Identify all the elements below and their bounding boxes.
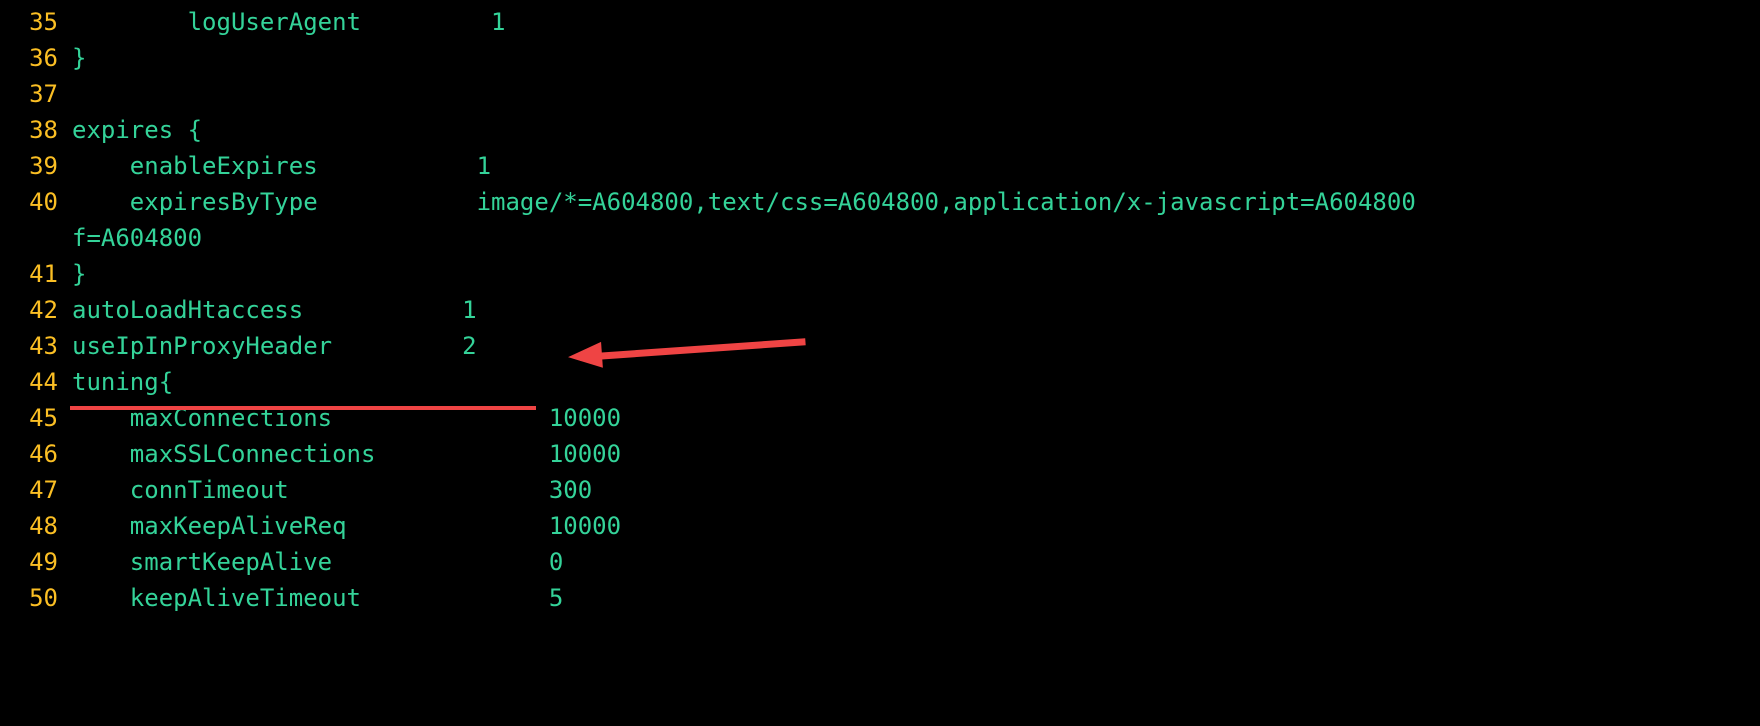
code-line[interactable]: 39 enableExpires 1	[14, 148, 1760, 184]
line-number: 47	[14, 472, 58, 508]
line-number: 41	[14, 256, 58, 292]
line-number: 43	[14, 328, 58, 364]
code-text: }	[58, 40, 86, 76]
code-line[interactable]: 44tuning{	[14, 364, 1760, 400]
line-number: 37	[14, 76, 58, 112]
line-number: 38	[14, 112, 58, 148]
code-line[interactable]: 47 connTimeout 300	[14, 472, 1760, 508]
code-text: autoLoadHtaccess 1	[58, 292, 477, 328]
code-text: connTimeout 300	[58, 472, 592, 508]
code-text: f=A604800	[58, 220, 202, 256]
line-number: 49	[14, 544, 58, 580]
line-number: 46	[14, 436, 58, 472]
code-line[interactable]: 38expires {	[14, 112, 1760, 148]
code-text: }	[58, 256, 86, 292]
code-line[interactable]: 42autoLoadHtaccess 1	[14, 292, 1760, 328]
code-editor[interactable]: 35 logUserAgent 136}3738expires {39 enab…	[0, 0, 1760, 616]
line-number: 45	[14, 400, 58, 436]
line-number: 36	[14, 40, 58, 76]
code-line[interactable]: 46 maxSSLConnections 10000	[14, 436, 1760, 472]
code-text: maxSSLConnections 10000	[58, 436, 621, 472]
code-text: maxKeepAliveReq 10000	[58, 508, 621, 544]
code-text: maxConnections 10000	[58, 400, 621, 436]
line-number: 40	[14, 184, 58, 220]
code-text: enableExpires 1	[58, 148, 491, 184]
code-text: smartKeepAlive 0	[58, 544, 563, 580]
code-text: expires {	[58, 112, 202, 148]
code-line[interactable]: 50 keepAliveTimeout 5	[14, 580, 1760, 616]
code-line[interactable]: 37	[14, 76, 1760, 112]
code-line[interactable]: 40 expiresByType image/*=A604800,text/cs…	[14, 184, 1760, 220]
code-line[interactable]: 41}	[14, 256, 1760, 292]
code-text: expiresByType image/*=A604800,text/css=A…	[58, 184, 1416, 220]
code-line[interactable]: 48 maxKeepAliveReq 10000	[14, 508, 1760, 544]
line-number: 42	[14, 292, 58, 328]
code-text: useIpInProxyHeader 2	[58, 328, 477, 364]
code-text: logUserAgent 1	[58, 4, 505, 40]
line-number: 35	[14, 4, 58, 40]
line-number: 39	[14, 148, 58, 184]
code-line[interactable]: 36}	[14, 40, 1760, 76]
code-line[interactable]: 43useIpInProxyHeader 2	[14, 328, 1760, 364]
code-line[interactable]: 49 smartKeepAlive 0	[14, 544, 1760, 580]
code-line[interactable]: 35 logUserAgent 1	[14, 4, 1760, 40]
code-text: keepAliveTimeout 5	[58, 580, 563, 616]
code-text: tuning{	[58, 364, 173, 400]
code-line-wrap[interactable]: f=A604800	[14, 220, 1760, 256]
line-number: 48	[14, 508, 58, 544]
code-line[interactable]: 45 maxConnections 10000	[14, 400, 1760, 436]
line-number: 50	[14, 580, 58, 616]
line-number: 44	[14, 364, 58, 400]
